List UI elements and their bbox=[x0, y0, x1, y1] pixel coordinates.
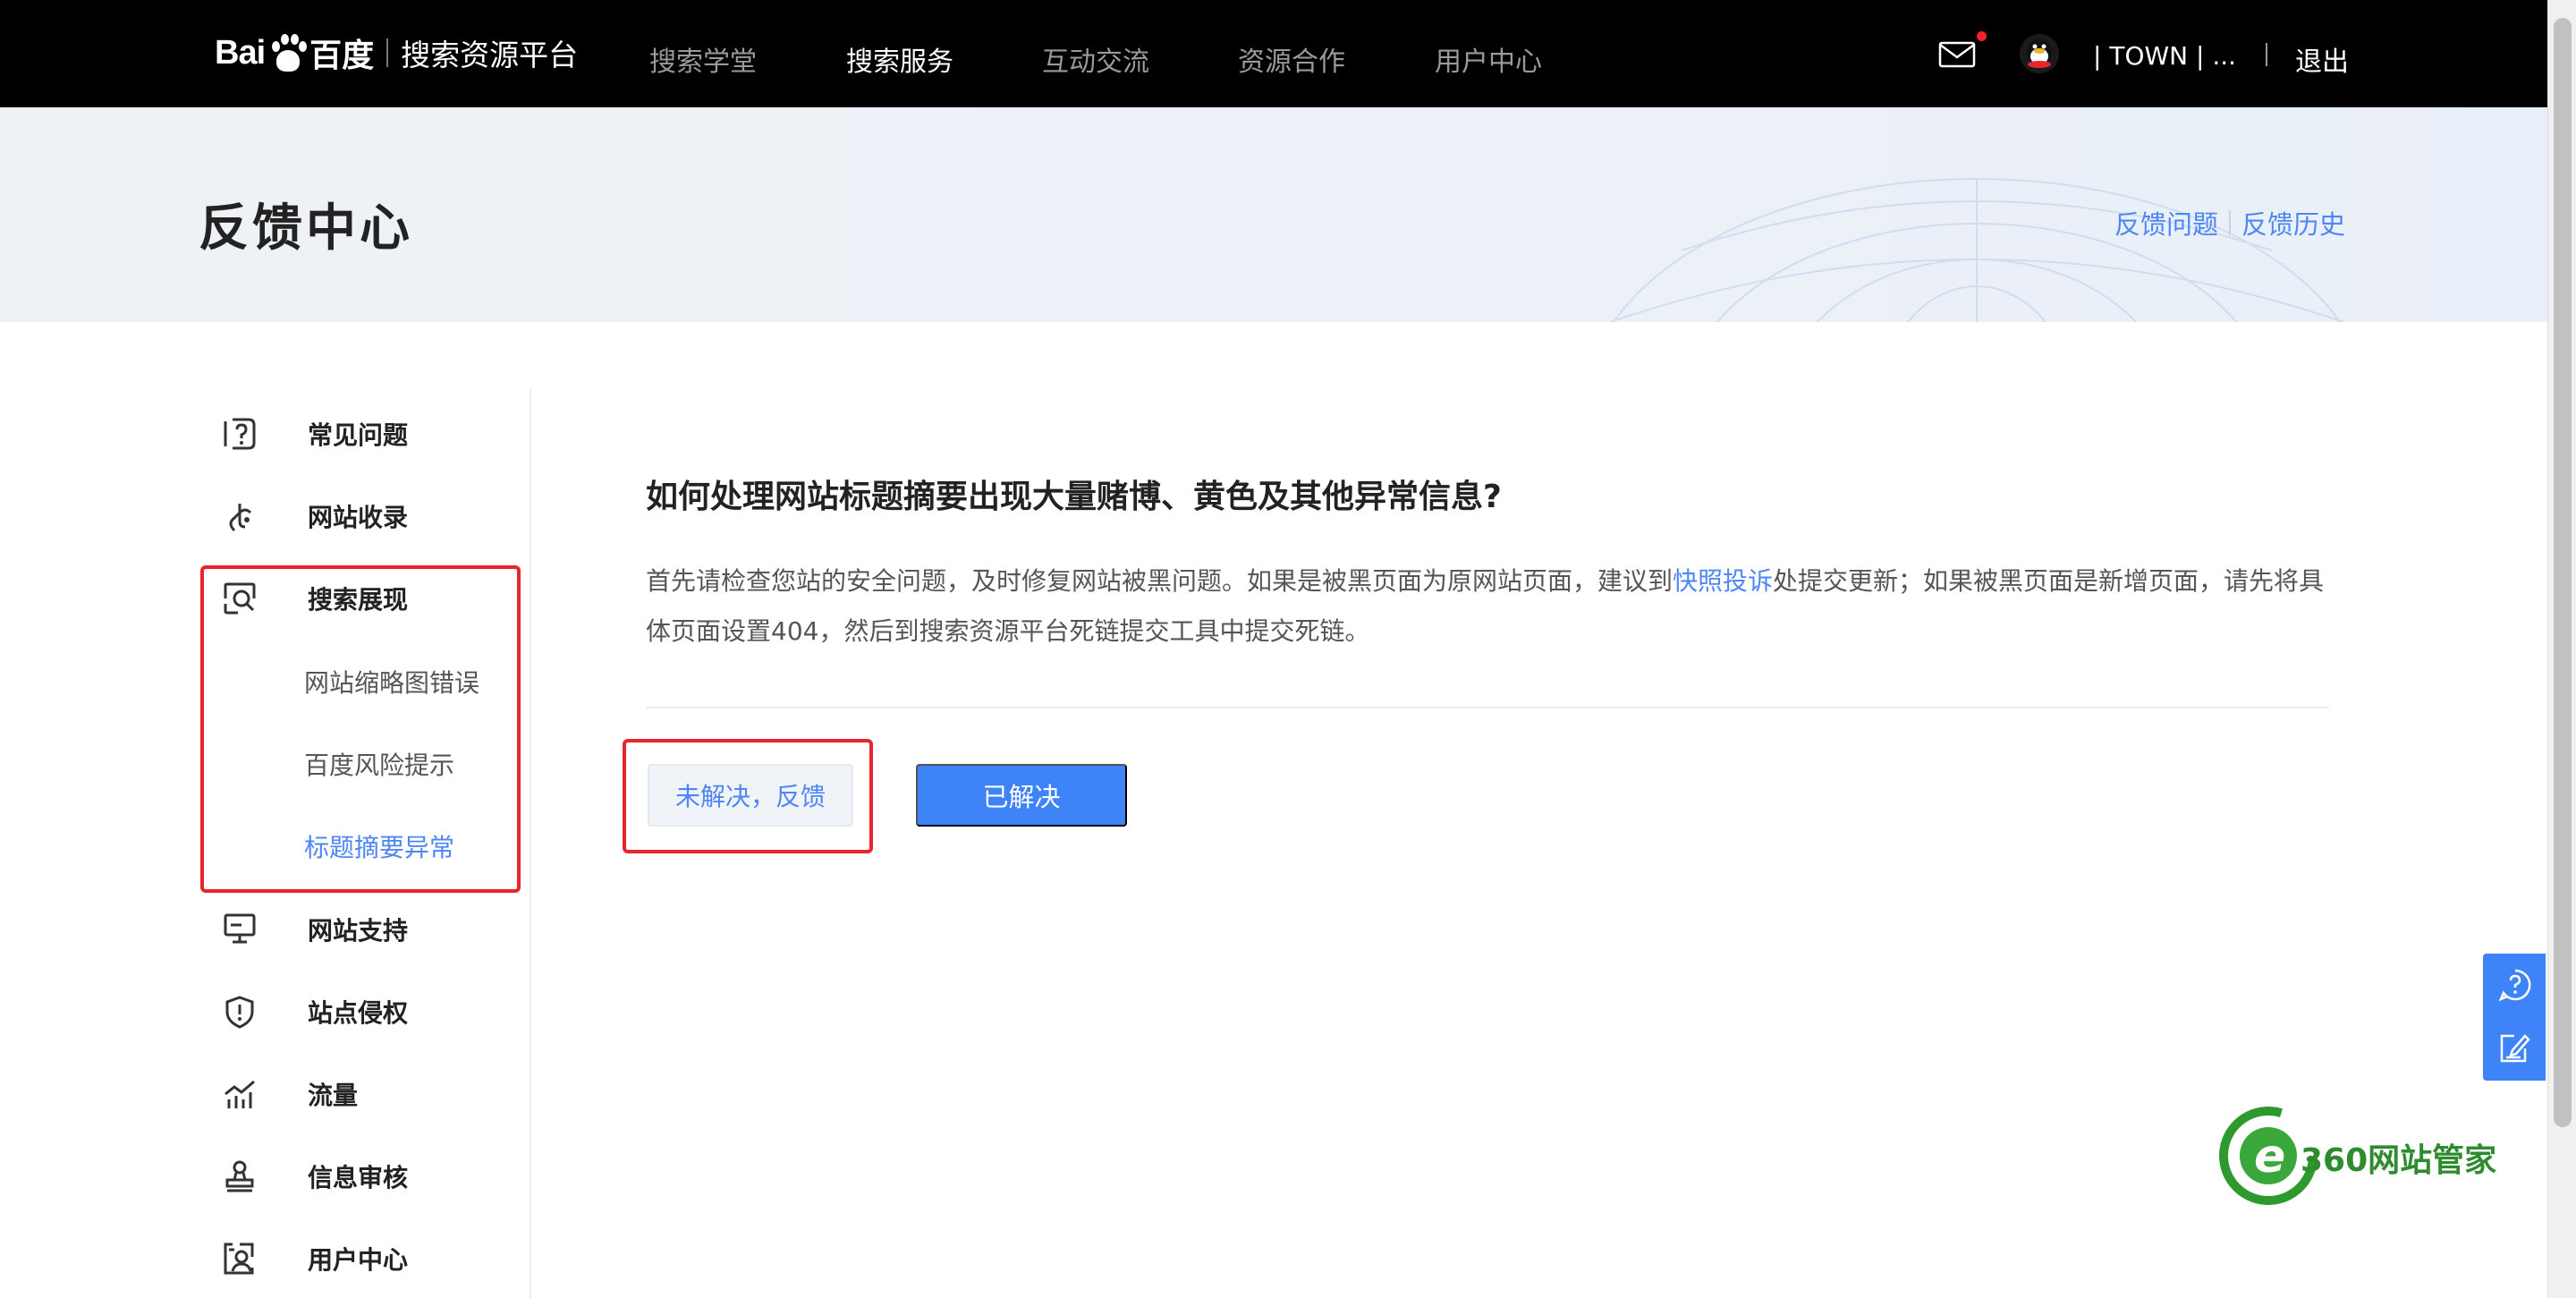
logo-bai: Bai bbox=[215, 33, 266, 72]
scrollbar-thumb[interactable] bbox=[2554, 18, 2572, 1127]
feedback-issue-link[interactable]: 反馈问题 bbox=[2114, 204, 2218, 242]
content-divider bbox=[646, 707, 2329, 708]
sidebar-item-label: 常见问题 bbox=[308, 420, 409, 450]
nav-item-resource-coop[interactable]: 资源合作 bbox=[1238, 39, 1345, 79]
highlight-box-sidebar bbox=[200, 565, 521, 893]
feedback-history-link[interactable]: 反馈历史 bbox=[2241, 204, 2345, 242]
edit-feedback-icon[interactable] bbox=[2498, 1031, 2532, 1065]
sidebar-item-infringement[interactable]: 站点侵权 bbox=[222, 989, 408, 1034]
sidebar-item-label: 站点侵权 bbox=[308, 998, 409, 1028]
traffic-icon bbox=[225, 1080, 255, 1108]
logo-separator bbox=[386, 38, 389, 67]
sidebar-item-traffic[interactable]: 流量 bbox=[222, 1072, 358, 1116]
sidebar-item-label: 用户中心 bbox=[308, 1245, 409, 1275]
sidebar-item-label: 网站收录 bbox=[308, 503, 409, 532]
floating-toolbar bbox=[2483, 954, 2546, 1081]
nav-item-interaction[interactable]: 互动交流 bbox=[1042, 39, 1149, 79]
highlight-box-button bbox=[623, 739, 873, 853]
answer-part-1: 首先请检查您站的安全问题，及时修复网站被黑问题。如果是被黑页面为原网站页面，建议… bbox=[646, 566, 1674, 596]
sidebar-divider bbox=[530, 389, 531, 1298]
mail-icon[interactable] bbox=[1938, 41, 1976, 68]
sidebar-item-faq[interactable]: 常见问题 bbox=[222, 411, 408, 456]
banner-link-separator bbox=[2228, 210, 2231, 235]
top-nav: Bai du 百度 搜索资源平台 搜索学堂 搜索服务 互动交流 资源合作 用户中… bbox=[0, 0, 2547, 107]
watermark-text: 360网站管家 bbox=[2301, 1142, 2497, 1179]
scrollbar[interactable] bbox=[2547, 0, 2576, 1298]
solved-button[interactable]: 已解决 bbox=[916, 764, 1127, 827]
paw-icon bbox=[267, 32, 308, 73]
logout-link[interactable]: 退出 bbox=[2295, 39, 2349, 79]
index-icon bbox=[229, 504, 252, 532]
svg-text:e: e bbox=[2254, 1130, 2285, 1183]
nav-item-search-school[interactable]: 搜索学堂 bbox=[649, 39, 757, 79]
nav-divider bbox=[2266, 43, 2267, 66]
sidebar-item-user-center[interactable]: 用户中心 bbox=[222, 1236, 408, 1281]
nav-item-user-center[interactable]: 用户中心 bbox=[1435, 39, 1542, 79]
user-center-icon bbox=[224, 1243, 254, 1275]
question-title: 如何处理网站标题摘要出现大量赌博、黄色及其他异常信息? bbox=[646, 479, 1502, 515]
stamp-icon bbox=[225, 1160, 254, 1192]
sidebar-item-indexing[interactable]: 网站收录 bbox=[222, 494, 408, 539]
platform-name: 搜索资源平台 bbox=[401, 38, 579, 72]
logo-baidu-cn: 百度 bbox=[309, 37, 375, 73]
sidebar-item-label: 网站支持 bbox=[308, 916, 409, 946]
avatar[interactable] bbox=[2020, 34, 2059, 73]
help-icon[interactable] bbox=[2498, 968, 2532, 1002]
sidebar-item-label: 信息审核 bbox=[308, 1163, 409, 1192]
snapshot-complaint-link[interactable]: 快照投诉 bbox=[1673, 566, 1773, 596]
page-title: 反馈中心 bbox=[199, 199, 413, 258]
banner-links: 反馈问题 反馈历史 bbox=[2114, 204, 2345, 242]
shield-icon bbox=[225, 996, 254, 1029]
page-banner: 反馈中心 反馈问题 反馈历史 bbox=[0, 107, 2547, 322]
question-icon bbox=[224, 418, 256, 450]
notification-dot bbox=[1977, 31, 1987, 41]
sidebar-item-site-support[interactable]: 网站支持 bbox=[222, 907, 408, 952]
monitor-icon bbox=[224, 913, 256, 944]
username[interactable]: | TOWN | ... bbox=[2093, 41, 2236, 71]
baidu-logo[interactable]: Bai du 百度 搜索资源平台 bbox=[215, 21, 578, 84]
sidebar-item-label: 流量 bbox=[308, 1081, 359, 1110]
nav-item-search-service[interactable]: 搜索服务 bbox=[846, 39, 953, 79]
sidebar-item-review[interactable]: 信息审核 bbox=[222, 1154, 408, 1199]
answer-text: 首先请检查您站的安全问题，及时修复网站被黑问题。如果是被黑页面为原网站页面，建议… bbox=[646, 556, 2336, 657]
